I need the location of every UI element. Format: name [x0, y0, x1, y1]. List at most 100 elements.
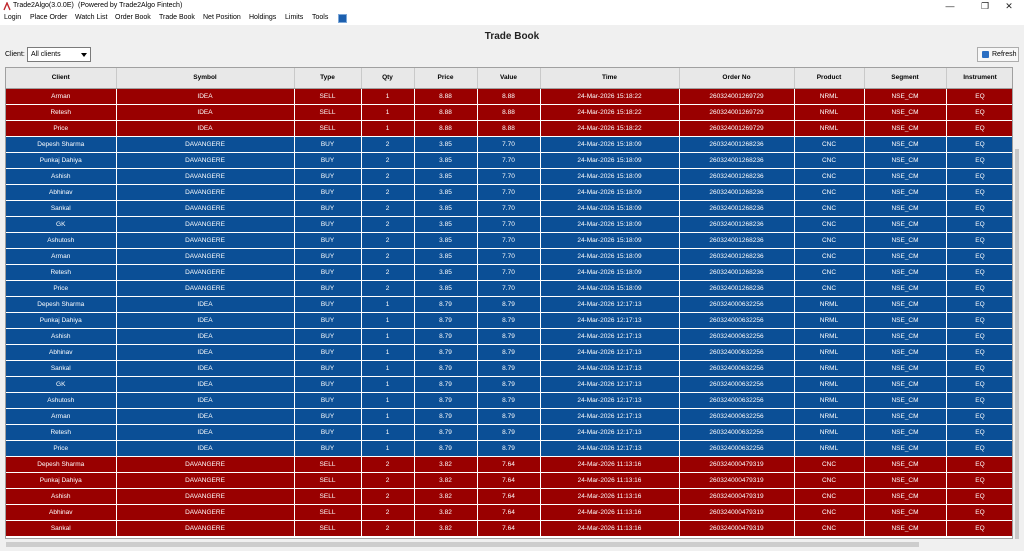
- cell-segment: NSE_CM: [864, 200, 947, 217]
- col-header-symbol[interactable]: Symbol: [116, 68, 295, 89]
- table-row[interactable]: Punkaj Dahiya DAVANGERE SELL 2 3.82 7.64 24-Ma…: [6, 472, 1012, 489]
- table-row[interactable]: Sankal DAVANGERE BUY 2 3.85 7.70 24-Mar-2026 1…: [6, 200, 1012, 217]
- table-row[interactable]: Price DAVANGERE BUY 2 3.85 7.70 24-Mar-2026 15…: [6, 280, 1012, 297]
- table-row[interactable]: Abhinav DAVANGERE SELL 2 3.82 7.64 24-Mar-2026…: [6, 504, 1012, 521]
- table-row[interactable]: Punkaj Dahiya DAVANGERE BUY 2 3.85 7.70 24-Mar…: [6, 152, 1012, 169]
- table-row[interactable]: Punkaj Dahiya IDEA BUY 1 8.79 8.79 24-Mar-2026…: [6, 312, 1012, 329]
- table-row[interactable]: Ashish DAVANGERE SELL 2 3.82 7.64 24-Mar-2026 …: [6, 488, 1012, 505]
- cell-client: Punkaj Dahiya: [6, 312, 117, 329]
- table-row[interactable]: Retesh IDEA BUY 1 8.79 8.79 24-Mar-2026 12:17:…: [6, 424, 1012, 441]
- col-header-time[interactable]: Time: [540, 68, 680, 89]
- cell-client: Ashish: [6, 488, 117, 505]
- cell-value: 7.70: [477, 168, 541, 185]
- col-header-price[interactable]: Price: [414, 68, 478, 89]
- cell-instrument: EQ: [946, 264, 1012, 281]
- table-row[interactable]: Abhinav IDEA BUY 1 8.79 8.79 24-Mar-2026 12:17…: [6, 344, 1012, 361]
- table-row[interactable]: Depesh Sharma IDEA BUY 1 8.79 8.79 24-Mar-2026…: [6, 296, 1012, 313]
- menu-login[interactable]: Login: [4, 14, 21, 21]
- cell-product: NRML: [794, 88, 865, 105]
- cell-qty: 2: [361, 136, 415, 153]
- cell-symbol: IDEA: [116, 88, 295, 105]
- table-row[interactable]: Arman DAVANGERE BUY 2 3.85 7.70 24-Mar-2026 15…: [6, 248, 1012, 265]
- cell-product: CNC: [794, 168, 865, 185]
- menu-holdings[interactable]: Holdings: [249, 14, 276, 21]
- menu-tools[interactable]: Tools: [312, 14, 328, 21]
- cell-qty: 1: [361, 360, 415, 377]
- table-row[interactable]: Depesh Sharma DAVANGERE BUY 2 3.85 7.70 24-Mar…: [6, 136, 1012, 153]
- table-row[interactable]: Ashish DAVANGERE BUY 2 3.85 7.70 24-Mar-2026 1…: [6, 168, 1012, 185]
- menu-watch-list[interactable]: Watch List: [75, 14, 107, 21]
- table-row[interactable]: Depesh Sharma DAVANGERE SELL 2 3.82 7.64 24-Ma…: [6, 456, 1012, 473]
- cell-segment: NSE_CM: [864, 328, 947, 345]
- cell-segment: NSE_CM: [864, 120, 947, 137]
- cell-time: 24-Mar-2026 15:18:09: [540, 280, 680, 297]
- cell-value: 7.70: [477, 232, 541, 249]
- horizontal-scrollbar[interactable]: [5, 541, 1014, 548]
- client-dropdown[interactable]: All clients: [27, 47, 91, 62]
- cell-value: 8.88: [477, 88, 541, 105]
- cell-price: 3.85: [414, 216, 478, 233]
- table-row[interactable]: GK DAVANGERE BUY 2 3.85 7.70 24-Mar-2026 15:18…: [6, 216, 1012, 233]
- cell-type: BUY: [294, 216, 362, 233]
- cell-symbol: IDEA: [116, 408, 295, 425]
- col-header-type[interactable]: Type: [294, 68, 362, 89]
- cell-time: 24-Mar-2026 15:18:09: [540, 184, 680, 201]
- cell-order-no: 260324001268236: [679, 248, 795, 265]
- cell-product: CNC: [794, 488, 865, 505]
- refresh-button[interactable]: Refresh: [977, 47, 1019, 62]
- cell-symbol: IDEA: [116, 392, 295, 409]
- table-row[interactable]: Arman IDEA BUY 1 8.79 8.79 24-Mar-2026 12:17:1…: [6, 408, 1012, 425]
- cell-order-no: 260324000632256: [679, 408, 795, 425]
- cell-price: 8.79: [414, 312, 478, 329]
- cell-price: 3.85: [414, 264, 478, 281]
- menu-trade-book[interactable]: Trade Book: [159, 14, 195, 21]
- cell-qty: 1: [361, 392, 415, 409]
- cell-type: BUY: [294, 168, 362, 185]
- cell-instrument: EQ: [946, 232, 1012, 249]
- cell-price: 3.85: [414, 232, 478, 249]
- col-header-client[interactable]: Client: [6, 68, 117, 89]
- table-row[interactable]: Retesh DAVANGERE BUY 2 3.85 7.70 24-Mar-2026 1…: [6, 264, 1012, 281]
- col-header-instrument[interactable]: Instrument: [946, 68, 1012, 89]
- cell-qty: 2: [361, 184, 415, 201]
- menu-net-position[interactable]: Net Position: [203, 14, 241, 21]
- cell-value: 8.79: [477, 312, 541, 329]
- table-row[interactable]: Ashutosh DAVANGERE BUY 2 3.85 7.70 24-Mar-2026…: [6, 232, 1012, 249]
- close-button[interactable]: ✕: [994, 0, 1024, 13]
- vertical-scroll-thumb[interactable]: [1015, 149, 1019, 539]
- col-header-segment[interactable]: Segment: [864, 68, 947, 89]
- settings-icon[interactable]: [338, 14, 347, 23]
- minimize-button[interactable]: —: [935, 0, 965, 13]
- table-row[interactable]: Retesh IDEA SELL 1 8.88 8.88 24-Mar-2026 15:18…: [6, 104, 1012, 121]
- cell-client: Sankal: [6, 360, 117, 377]
- menu-order-book[interactable]: Order Book: [115, 14, 151, 21]
- table-row[interactable]: Ashish IDEA BUY 1 8.79 8.79 24-Mar-2026 12:17:…: [6, 328, 1012, 345]
- cell-value: 7.70: [477, 216, 541, 233]
- table-row[interactable]: Price IDEA BUY 1 8.79 8.79 24-Mar-2026 12:17:1…: [6, 440, 1012, 457]
- col-header-order-no[interactable]: Order No: [679, 68, 795, 89]
- menu-limits[interactable]: Limits: [285, 14, 303, 21]
- col-header-value[interactable]: Value: [477, 68, 541, 89]
- cell-qty: 2: [361, 280, 415, 297]
- table-row[interactable]: Price IDEA SELL 1 8.88 8.88 24-Mar-2026 15:18:…: [6, 120, 1012, 137]
- col-header-qty[interactable]: Qty: [361, 68, 415, 89]
- cell-segment: NSE_CM: [864, 520, 947, 537]
- table-row[interactable]: Arman IDEA SELL 1 8.88 8.88 24-Mar-2026 15:18:…: [6, 88, 1012, 105]
- table-row[interactable]: Ashutosh IDEA BUY 1 8.79 8.79 24-Mar-2026 12:1…: [6, 392, 1012, 409]
- cell-value: 8.88: [477, 120, 541, 137]
- table-row[interactable]: GK IDEA BUY 1 8.79 8.79 24-Mar-2026 12:17:13 26…: [6, 376, 1012, 393]
- cell-value: 7.70: [477, 248, 541, 265]
- vertical-scrollbar[interactable]: [1014, 67, 1020, 539]
- cell-price: 8.88: [414, 120, 478, 137]
- table-row[interactable]: Abhinav DAVANGERE BUY 2 3.85 7.70 24-Mar-2026 …: [6, 184, 1012, 201]
- cell-instrument: EQ: [946, 168, 1012, 185]
- cell-qty: 2: [361, 456, 415, 473]
- table-row[interactable]: Sankal IDEA BUY 1 8.79 8.79 24-Mar-2026 12:17:…: [6, 360, 1012, 377]
- cell-symbol: DAVANGERE: [116, 216, 295, 233]
- col-header-product[interactable]: Product: [794, 68, 865, 89]
- horizontal-scroll-thumb[interactable]: [6, 542, 919, 547]
- table-row[interactable]: Sankal DAVANGERE SELL 2 3.82 7.64 24-Mar-2026 …: [6, 520, 1012, 537]
- cell-qty: 2: [361, 200, 415, 217]
- menu-place-order[interactable]: Place Order: [30, 14, 67, 21]
- cell-time: 24-Mar-2026 12:17:13: [540, 328, 680, 345]
